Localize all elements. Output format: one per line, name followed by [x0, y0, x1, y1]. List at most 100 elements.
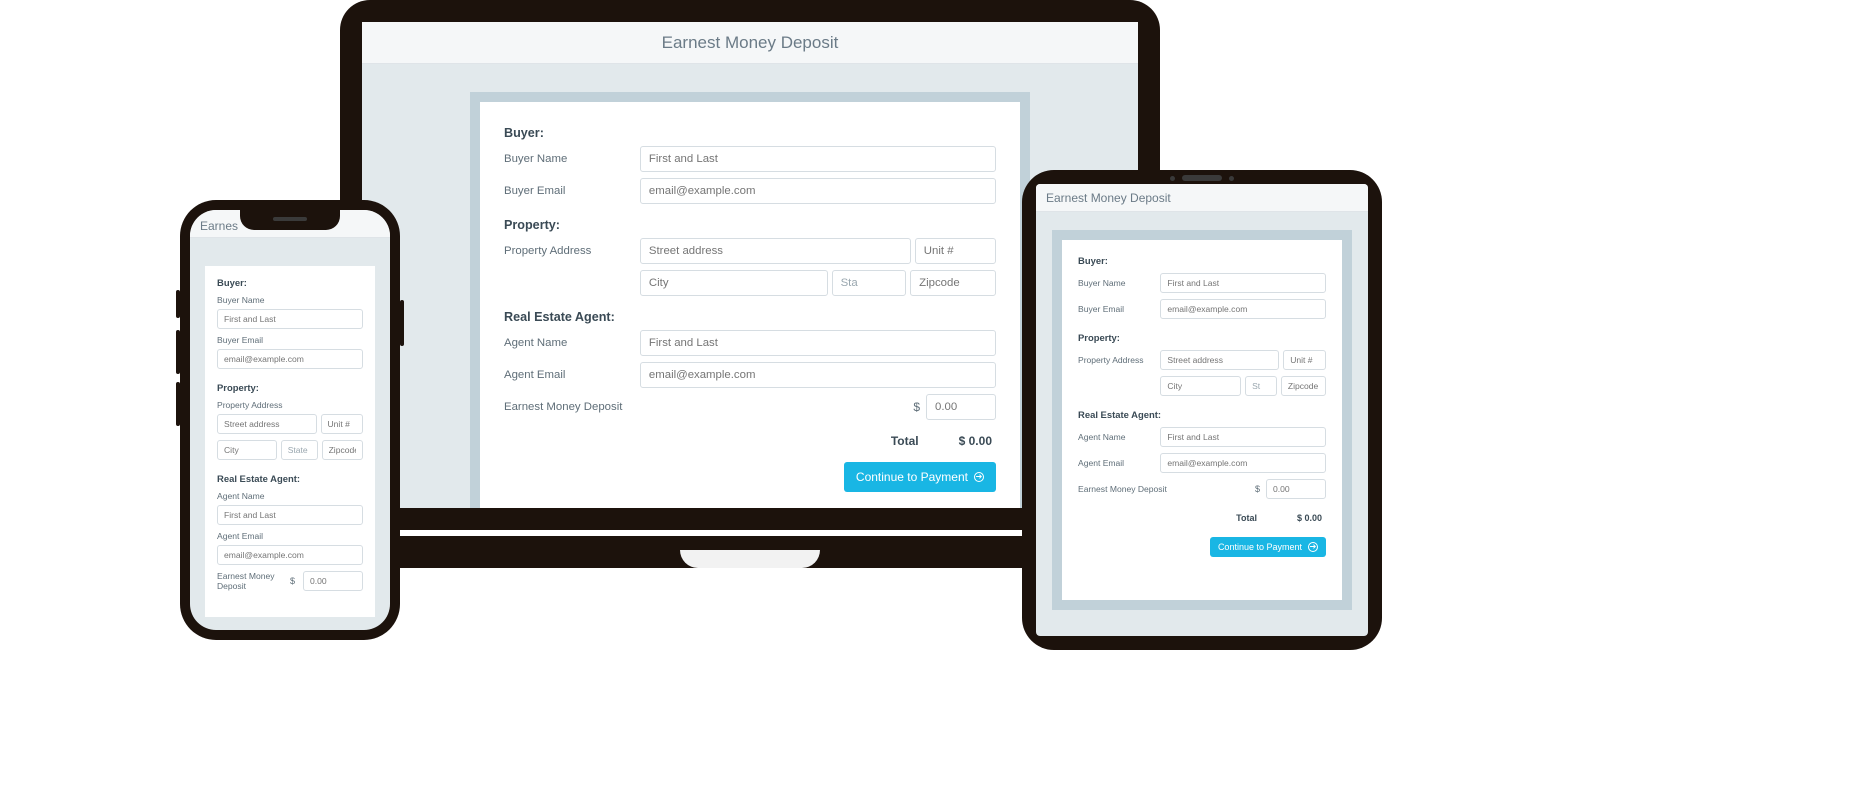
- phone-notch: [240, 210, 340, 230]
- zip-input[interactable]: [322, 440, 363, 460]
- deposit-label: Earnest Money Deposit: [217, 571, 282, 591]
- city-input[interactable]: [217, 440, 277, 460]
- row-citystate: State: [217, 440, 363, 460]
- arrow-right-icon: ➔: [974, 472, 984, 482]
- agent-name-label: Agent Name: [217, 491, 363, 501]
- buyer-name-label: Buyer Name: [504, 153, 632, 165]
- row-agent-email: Agent Email: [1078, 453, 1326, 473]
- page-title-bar: Earnest Money Deposit: [1036, 184, 1368, 212]
- buyer-name-label: Buyer Name: [1078, 278, 1152, 288]
- row-deposit-amount: Earnest Money Deposit $: [217, 571, 363, 591]
- buyer-name-input[interactable]: [640, 146, 996, 172]
- currency-symbol: $: [290, 576, 295, 586]
- section-property-title: Property:: [217, 383, 363, 394]
- section-agent-title: Real Estate Agent:: [217, 474, 363, 485]
- street-input[interactable]: [217, 414, 317, 434]
- agent-name-input[interactable]: [217, 505, 363, 525]
- continue-to-payment-button[interactable]: Continue to Payment ➔: [844, 462, 996, 492]
- deposit-form-card: Buyer: Buyer Name Buyer Email Property: …: [470, 92, 1030, 508]
- buyer-email-label: Buyer Email: [1078, 304, 1152, 314]
- buyer-email-input[interactable]: [640, 178, 996, 204]
- agent-email-input[interactable]: [217, 545, 363, 565]
- page-title: Earnes: [200, 219, 238, 233]
- buyer-name-label: Buyer Name: [217, 295, 363, 305]
- unit-input[interactable]: [915, 238, 996, 264]
- cta-label: Continue to Payment: [1218, 542, 1302, 552]
- total-label: Total: [1236, 513, 1257, 523]
- row-property-address1: Property Address: [1078, 350, 1326, 370]
- total-row: Total $ 0.00: [1078, 513, 1326, 523]
- row-agent-name: Agent Name: [1078, 427, 1326, 447]
- unit-input[interactable]: [1283, 350, 1326, 370]
- row-property-address2: Sta: [504, 270, 996, 296]
- laptop-trackpad-notch: [680, 550, 820, 568]
- phone-viewport: Earnes Buyer: Buyer Name Buyer Email Pro…: [190, 210, 390, 630]
- tablet-viewport: Earnest Money Deposit Buyer: Buyer Name …: [1036, 184, 1368, 636]
- phone-side-button-icon: [176, 290, 180, 318]
- section-buyer-title: Buyer:: [217, 278, 363, 289]
- agent-email-label: Agent Email: [217, 531, 363, 541]
- state-select[interactable]: St: [1245, 376, 1277, 396]
- agent-email-label: Agent Email: [504, 369, 632, 381]
- agent-name-input[interactable]: [640, 330, 996, 356]
- buyer-email-input[interactable]: [217, 349, 363, 369]
- row-buyer-name: Buyer Name: [1078, 273, 1326, 293]
- state-select[interactable]: State: [281, 440, 318, 460]
- total-value: $ 0.00: [959, 434, 992, 448]
- deposit-label: Earnest Money Deposit: [504, 401, 725, 413]
- buyer-email-label: Buyer Email: [217, 335, 363, 345]
- unit-input[interactable]: [321, 414, 364, 434]
- section-buyer-title: Buyer:: [504, 126, 996, 140]
- section-agent-title: Real Estate Agent:: [504, 310, 996, 324]
- row-property-address1: Property Address: [504, 238, 996, 264]
- phone-device-frame: Earnes Buyer: Buyer Name Buyer Email Pro…: [180, 200, 400, 640]
- arrow-right-icon: ➔: [1308, 542, 1318, 552]
- phone-side-button-icon: [400, 300, 404, 346]
- deposit-label: Earnest Money Deposit: [1078, 484, 1202, 494]
- state-select[interactable]: Sta: [832, 270, 907, 296]
- currency-symbol: $: [913, 400, 920, 414]
- deposit-amount-input[interactable]: [303, 571, 363, 591]
- row-deposit-amount: Earnest Money Deposit $: [504, 394, 996, 420]
- row-buyer-email: Buyer Email: [1078, 299, 1326, 319]
- continue-to-payment-button[interactable]: Continue to Payment ➔: [1210, 537, 1326, 557]
- row-agent-name: Agent Name: [504, 330, 996, 356]
- buyer-email-label: Buyer Email: [504, 185, 632, 197]
- deposit-amount-input[interactable]: [926, 394, 996, 420]
- agent-name-label: Agent Name: [504, 337, 632, 349]
- city-input[interactable]: [1160, 376, 1241, 396]
- total-row: Total $ 0.00: [504, 434, 996, 448]
- street-input[interactable]: [640, 238, 911, 264]
- currency-symbol: $: [1255, 484, 1260, 494]
- buyer-email-input[interactable]: [1160, 299, 1326, 319]
- deposit-form-card: Buyer: Buyer Name Buyer Email Property: …: [205, 266, 375, 617]
- phone-side-button-icon: [176, 330, 180, 374]
- page-title-bar: Earnest Money Deposit: [362, 22, 1138, 64]
- page-title: Earnest Money Deposit: [1046, 191, 1171, 205]
- row-deposit-amount: Earnest Money Deposit $: [1078, 479, 1326, 499]
- row-buyer-email: Buyer Email: [504, 178, 996, 204]
- zip-input[interactable]: [1281, 376, 1326, 396]
- agent-email-input[interactable]: [1160, 453, 1326, 473]
- agent-email-input[interactable]: [640, 362, 996, 388]
- section-buyer-title: Buyer:: [1078, 256, 1326, 267]
- section-property-title: Property:: [504, 218, 996, 232]
- row-buyer-name: Buyer Name: [217, 295, 363, 329]
- section-agent-title: Real Estate Agent:: [1078, 410, 1326, 421]
- agent-name-input[interactable]: [1160, 427, 1326, 447]
- total-value: $ 0.00: [1297, 513, 1322, 523]
- cta-label: Continue to Payment: [856, 470, 968, 484]
- row-agent-name: Agent Name: [217, 491, 363, 525]
- zip-input[interactable]: [910, 270, 996, 296]
- buyer-name-input[interactable]: [1160, 273, 1326, 293]
- phone-side-button-icon: [176, 382, 180, 426]
- deposit-amount-input[interactable]: [1266, 479, 1326, 499]
- buyer-name-input[interactable]: [217, 309, 363, 329]
- city-input[interactable]: [640, 270, 828, 296]
- row-street: Property Address: [217, 400, 363, 434]
- street-input[interactable]: [1160, 350, 1279, 370]
- row-agent-email: Agent Email: [504, 362, 996, 388]
- section-property-title: Property:: [1078, 333, 1326, 344]
- property-address-label: Property Address: [217, 400, 363, 410]
- page-title: Earnest Money Deposit: [662, 33, 839, 53]
